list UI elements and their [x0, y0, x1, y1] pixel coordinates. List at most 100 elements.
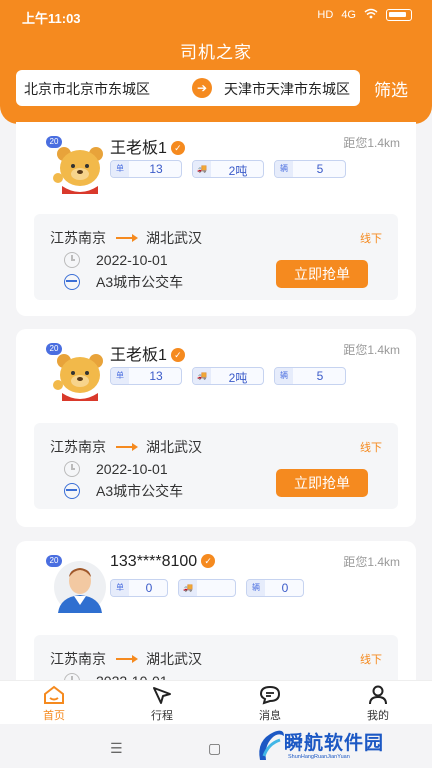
distance-label: 距您1.4km: [343, 136, 400, 150]
steering-wheel-icon: [64, 274, 80, 290]
home-icon: [44, 685, 64, 704]
trip-route: 江苏南京 湖北武汉: [50, 437, 202, 457]
trip-date: 2022-10-01: [96, 673, 168, 680]
man-avatar-icon: [54, 561, 106, 613]
trip-from: 江苏南京: [50, 651, 106, 667]
order-card[interactable]: 20 133****8100 ✓ 距您1.4km 单0 🚚 辆0 江苏南京 湖北武汉…: [16, 541, 416, 680]
owner-name-text: 王老板1: [110, 347, 167, 364]
trip-vehicle-row: A3城市公交车: [64, 272, 183, 292]
truck-icon: 🚚: [193, 161, 211, 177]
nav-home-label: 首页: [43, 710, 65, 722]
trip-to: 湖北武汉: [146, 651, 202, 667]
route-selector[interactable]: 北京市北京市东城区 ➔ 天津市天津市东城区: [16, 70, 360, 106]
route-arrow-icon: ➔: [192, 78, 212, 98]
bear-avatar-icon: [53, 147, 103, 194]
avatar: 20: [30, 132, 103, 194]
network-label: 4G: [341, 9, 356, 21]
owner-name: 王老板1 ✓: [110, 134, 185, 158]
watermark-text: 瞬航软件园: [284, 733, 385, 754]
grab-order-button[interactable]: 立即抢单: [276, 260, 368, 288]
route-arrow-icon: [116, 234, 138, 242]
trip-vehicle-row: A3城市公交车: [64, 481, 183, 501]
verified-icon: ✓: [170, 348, 185, 362]
distance-label: 距您1.4km: [343, 555, 400, 569]
nav-home[interactable]: 首页: [24, 685, 84, 723]
trip-type: 线下: [360, 233, 382, 245]
orders-chip: 单 13: [110, 367, 182, 385]
route-arrow-icon: [116, 443, 138, 451]
bottom-nav: 首页 行程 消息 我的: [0, 680, 432, 724]
page-title: 司机之家: [180, 43, 252, 62]
nav-profile-label: 我的: [367, 710, 389, 722]
order-icon: 单: [111, 161, 129, 177]
owner-name-text: 王老板1: [110, 140, 167, 157]
owner-name-text: 133****8100: [110, 553, 198, 570]
user-icon: [369, 685, 387, 705]
nav-profile[interactable]: 我的: [348, 685, 408, 723]
clock-icon: [64, 673, 80, 680]
watermark-logo: 瞬航软件园 ShunHangRuanJianYuan: [254, 726, 426, 766]
trip-to: 湖北武汉: [146, 230, 202, 246]
trip-info: 江苏南京 湖北武汉 线下 2022-10-01: [34, 635, 398, 680]
verified-icon: ✓: [170, 141, 185, 155]
verified-icon: ✓: [201, 554, 216, 568]
steering-wheel-icon: [64, 483, 80, 499]
nav-trips-label: 行程: [151, 710, 173, 722]
owner-name: 133****8100 ✓: [110, 553, 216, 571]
nav-messages[interactable]: 消息: [240, 685, 300, 723]
truck-icon: 🚚: [193, 368, 211, 384]
home-square-icon[interactable]: ▢: [208, 740, 221, 757]
filter-button[interactable]: 筛选: [374, 76, 408, 101]
vehicle-icon: 辆: [247, 580, 265, 596]
navigation-icon: [153, 687, 171, 704]
trip-type: 线下: [360, 654, 382, 666]
trip-from: 江苏南京: [50, 230, 106, 246]
tonnage-value: 2吨: [228, 164, 248, 178]
menu-icon[interactable]: ☰: [110, 740, 123, 757]
trip-date-row: 2022-10-01: [64, 461, 168, 477]
tonnage-chip: 🚚: [178, 579, 236, 597]
order-card[interactable]: 20 王老板1 ✓ 距您1.4km 单 13 🚚 2吨 辆5 江苏南京 湖北武汉 线下 …: [16, 122, 416, 316]
signal-label: HD: [317, 9, 334, 21]
nav-trips[interactable]: 行程: [132, 685, 192, 723]
avatar: 20: [30, 551, 106, 613]
tonnage-value: 2吨: [228, 371, 248, 385]
tonnage-chip: 🚚 2吨: [192, 367, 264, 385]
vehicles-value: 0: [281, 581, 289, 595]
stats-chips: 单0 🚚 辆0: [110, 579, 304, 597]
avatar: 20: [30, 339, 103, 401]
truck-icon: 🚚: [179, 580, 197, 596]
trip-route: 江苏南京 湖北武汉: [50, 649, 202, 669]
vehicles-chip: 辆5: [274, 160, 346, 178]
watermark-swirl-icon: [259, 730, 284, 760]
route-arrow-icon: [116, 655, 138, 663]
nav-messages-label: 消息: [259, 710, 281, 722]
vehicles-chip: 辆0: [246, 579, 304, 597]
trip-info: 江苏南京 湖北武汉 线下 2022-10-01 A3城市公交车 立即抢单: [34, 214, 398, 300]
status-bar: 上午11:03 HD 4G: [0, 0, 432, 30]
tonnage-chip: 🚚 2吨: [192, 160, 264, 178]
route-to[interactable]: 天津市天津市东城区: [224, 79, 350, 99]
trip-date-row: 2022-10-01: [64, 252, 168, 268]
header: 上午11:03 HD 4G 司机之家 北京市北京市东城区 ➔ 天津市天津市东城区…: [0, 0, 432, 124]
bear-avatar-icon: [53, 354, 103, 401]
owner-name: 王老板1 ✓: [110, 341, 185, 365]
order-icon: 单: [111, 368, 129, 384]
trip-date-row: 2022-10-01: [64, 673, 168, 680]
vehicle-icon: 辆: [275, 161, 293, 177]
grab-order-button[interactable]: 立即抢单: [276, 469, 368, 497]
stats-chips: 单 13 🚚 2吨 辆5: [110, 160, 346, 178]
route-from[interactable]: 北京市北京市东城区: [24, 79, 150, 99]
watermark-subtext: ShunHangRuanJianYuan: [288, 754, 350, 760]
trip-date: 2022-10-01: [96, 252, 168, 268]
message-icon: [259, 685, 281, 705]
trip-info: 江苏南京 湖北武汉 线下 2022-10-01 A3城市公交车 立即抢单: [34, 423, 398, 509]
order-card[interactable]: 20 王老板1 ✓ 距您1.4km 单 13 🚚 2吨 辆5 江苏南京 湖北武汉 线下 …: [16, 329, 416, 527]
vehicles-value: 5: [316, 369, 324, 383]
orders-chip: 单 13: [110, 160, 182, 178]
wifi-icon: [364, 8, 378, 22]
vehicles-chip: 辆5: [274, 367, 346, 385]
orders-value: 13: [149, 162, 163, 176]
distance-label: 距您1.4km: [343, 343, 400, 357]
trip-from: 江苏南京: [50, 439, 106, 455]
